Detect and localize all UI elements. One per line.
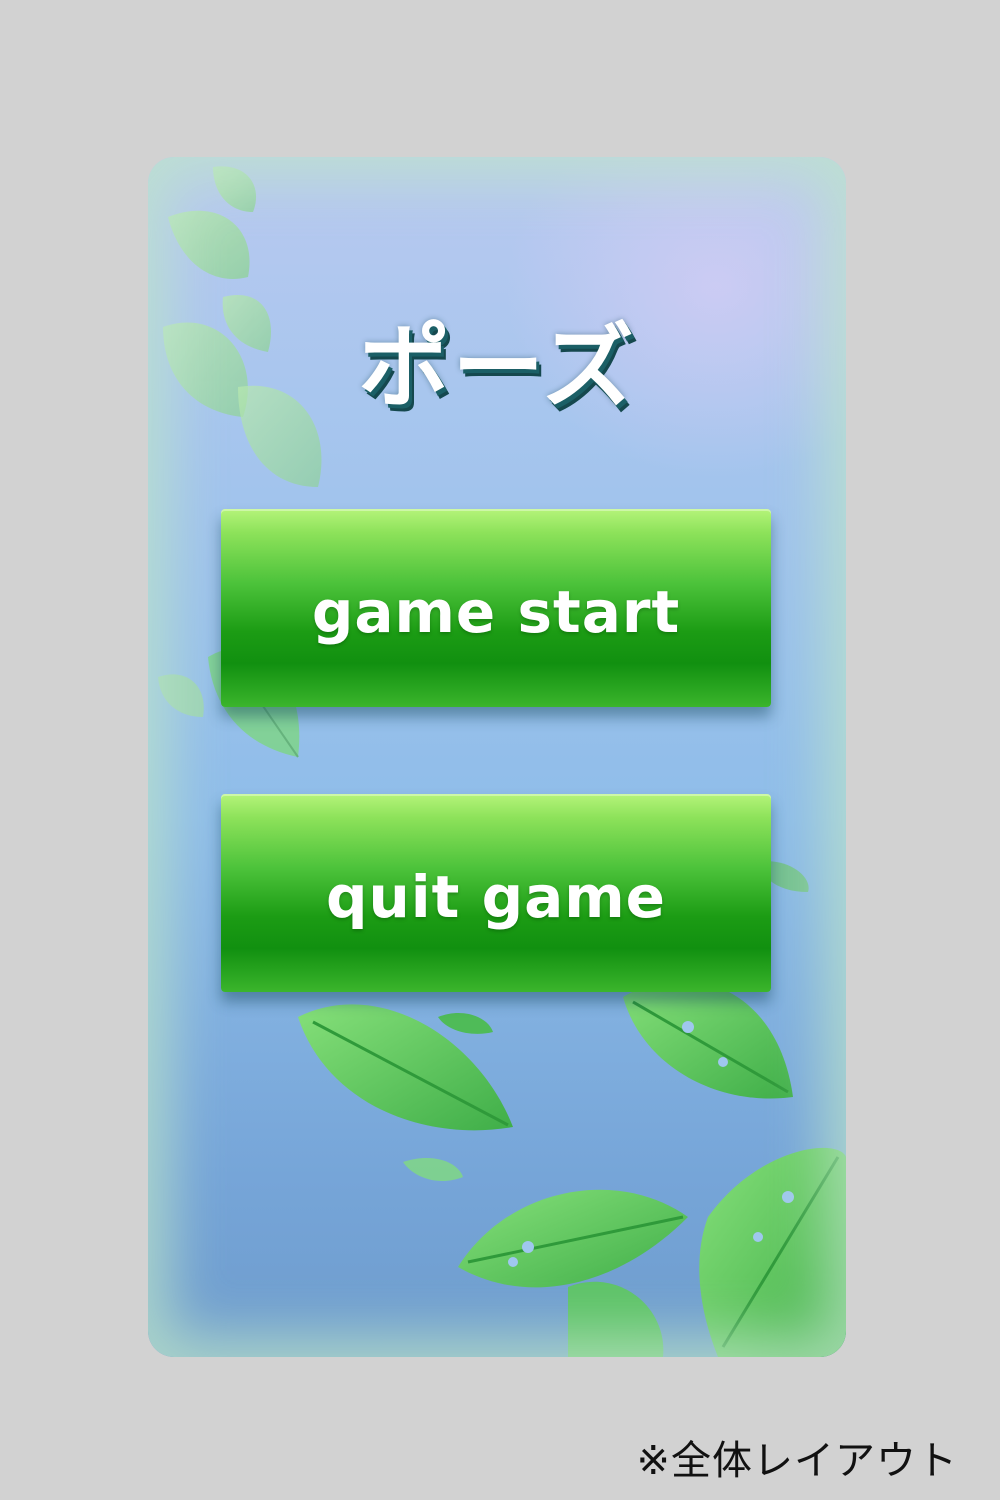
leaf-icon (168, 166, 257, 279)
leaf-icon (623, 980, 793, 1099)
leaf-icon (403, 1157, 463, 1182)
leaf-icon (298, 1004, 513, 1131)
layout-footnote: ※全体レイアウト (636, 1438, 958, 1484)
leaf-icon (568, 1281, 664, 1357)
leaf-icon (699, 1147, 846, 1357)
leaf-icon (458, 1189, 688, 1288)
game-start-button[interactable]: game start (221, 509, 771, 707)
game-start-label: game start (311, 578, 681, 646)
page-title: ポーズ (358, 314, 636, 421)
quit-game-button[interactable]: quit game (221, 794, 771, 992)
leaf-icon (158, 674, 204, 717)
quit-game-label: quit game (325, 863, 667, 931)
pause-panel: ポーズ game start quit game (148, 157, 846, 1357)
